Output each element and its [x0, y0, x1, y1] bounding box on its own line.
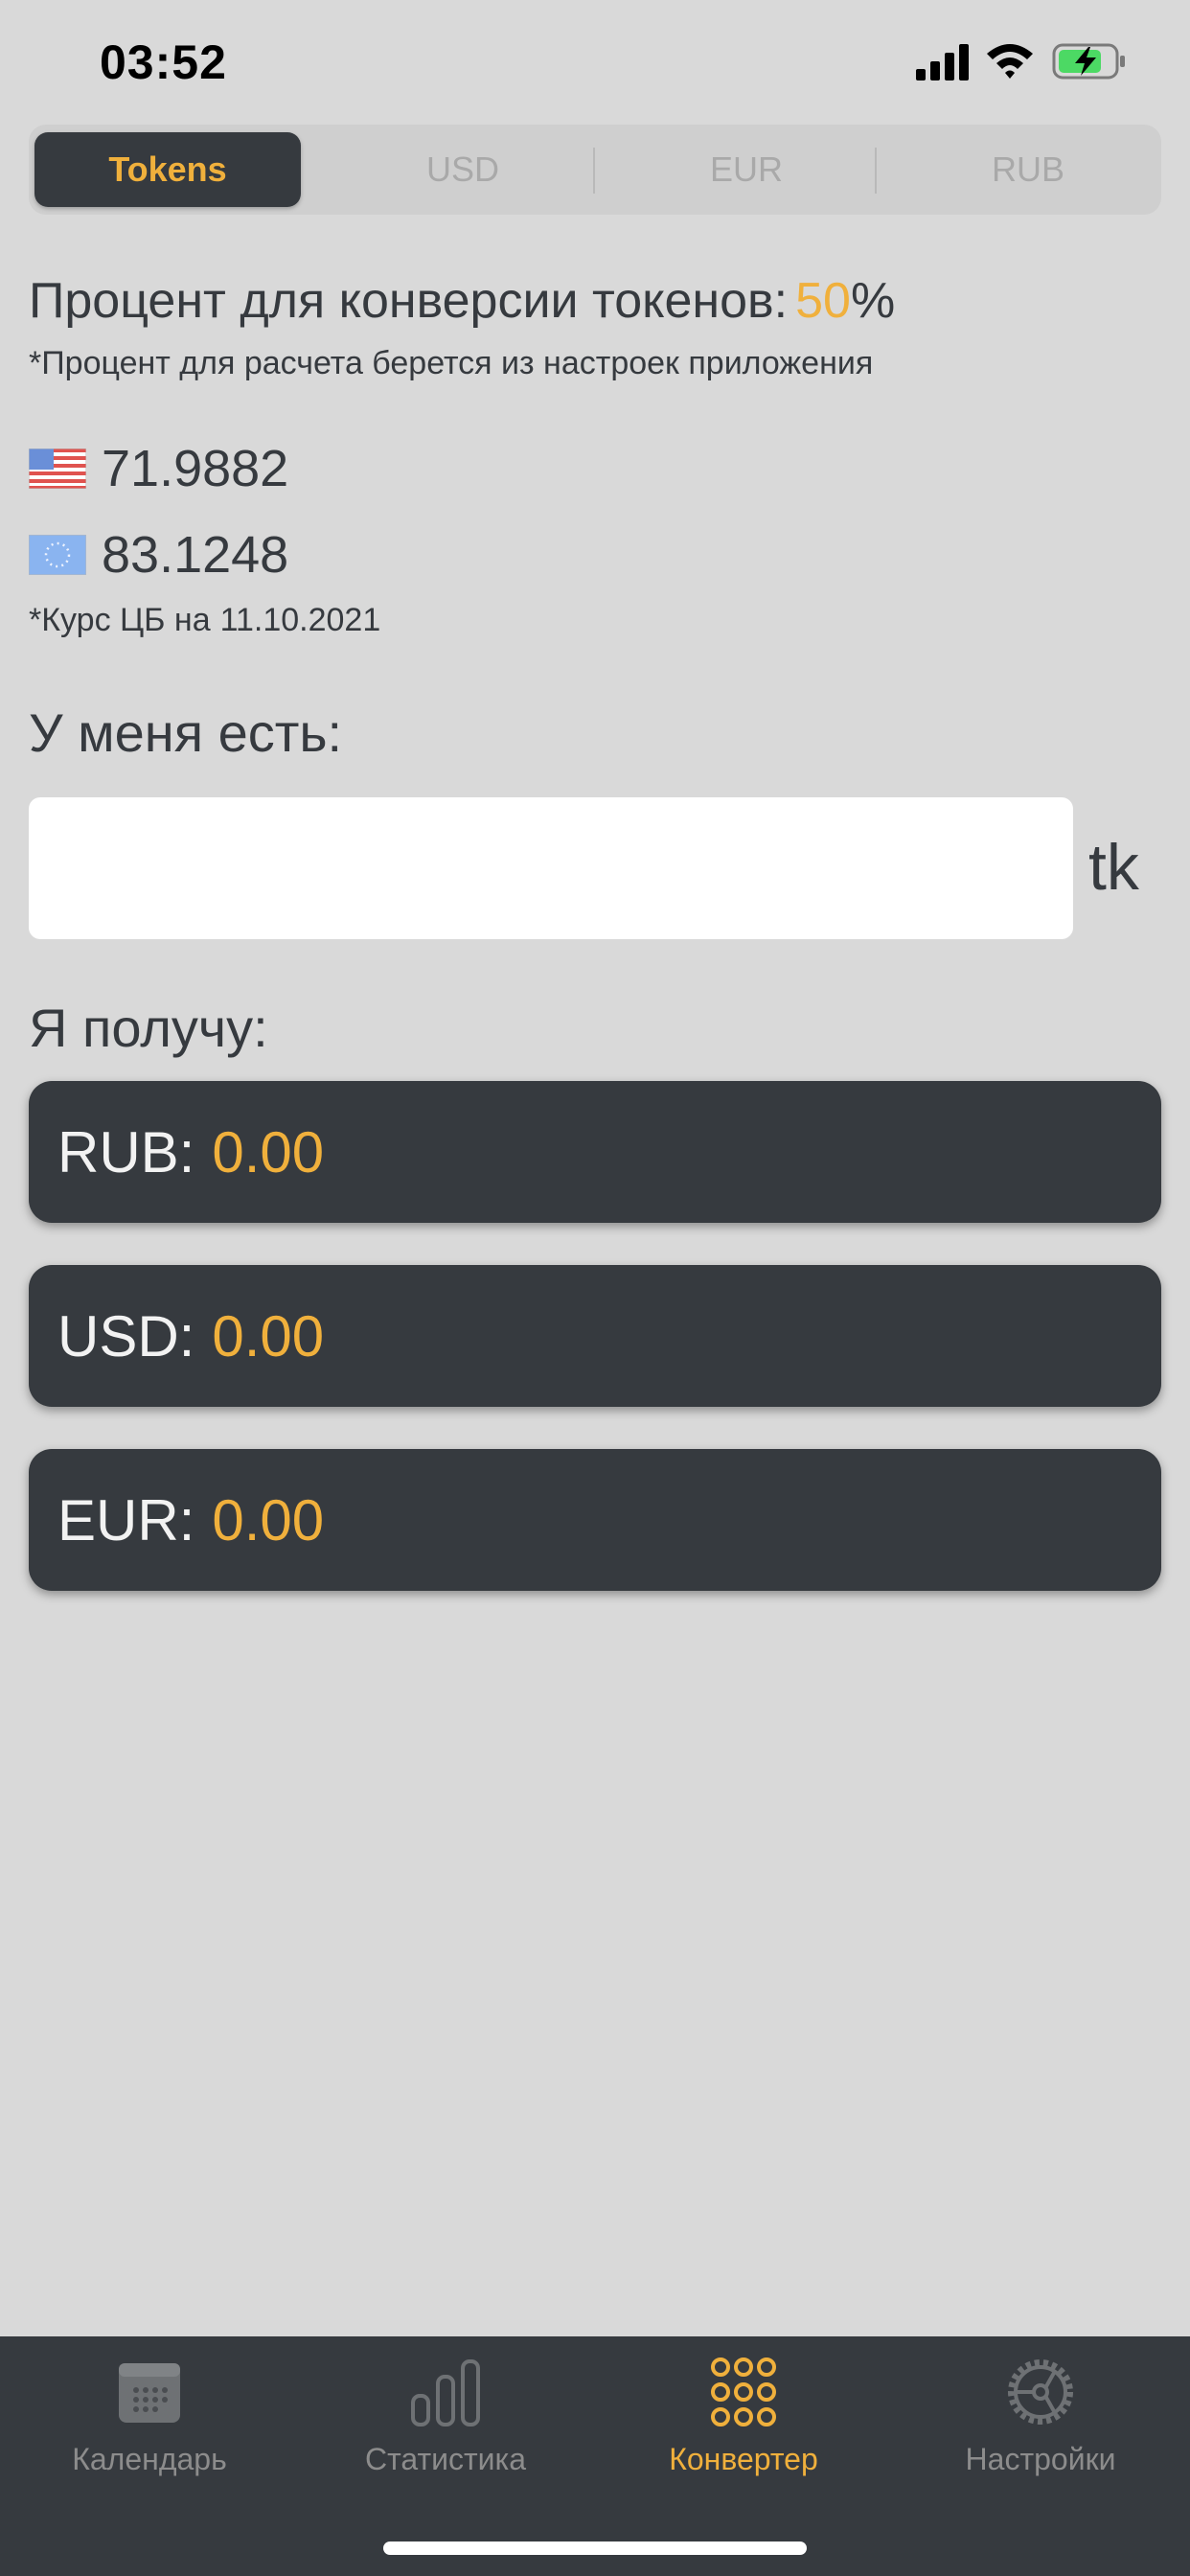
result-currency: USD:	[57, 1303, 195, 1368]
token-amount-input[interactable]	[29, 797, 1073, 939]
conversion-percent: Процент для конверсии токенов: 50%	[29, 272, 895, 330]
result-currency: RUB:	[57, 1119, 195, 1184]
get-label: Я получу:	[29, 998, 268, 1058]
tab-label: Настройки	[965, 2442, 1116, 2476]
result-amount: 0.00	[212, 1487, 325, 1552]
tab-settings[interactable]: Настройки	[916, 2356, 1165, 2499]
wifi-icon	[987, 44, 1033, 79]
result-usd: USD: 0.00	[29, 1265, 1161, 1407]
segment-divider	[875, 148, 877, 194]
segment-tokens[interactable]: Tokens	[34, 132, 301, 207]
cb-rate-note-label: *Курс ЦБ на	[29, 602, 211, 638]
status-bar: 03:52	[0, 0, 1190, 126]
tab-label: Календарь	[72, 2442, 227, 2476]
home-indicator	[383, 2542, 807, 2555]
percent-note: *Процент для расчета берется из настроек…	[29, 345, 874, 381]
result-eur: EUR: 0.00	[29, 1449, 1161, 1591]
grid-dots-icon	[711, 2358, 776, 2426]
tab-label: Конвертер	[669, 2442, 818, 2476]
segment-eur[interactable]: EUR	[613, 132, 880, 207]
tab-converter[interactable]: Конвертер	[619, 2356, 868, 2499]
token-unit-label: tk	[1088, 831, 1139, 904]
us-flag-icon	[29, 448, 86, 489]
conversion-percent-suffix: %	[850, 273, 896, 329]
tab-bar: Календарь Статистика Конвертер Настройки	[0, 2336, 1190, 2576]
usd-rate: 71.9882	[29, 439, 288, 498]
tab-label: Статистика	[364, 2442, 527, 2476]
bar-chart-icon	[411, 2359, 480, 2426]
tab-calendar[interactable]: Календарь	[25, 2356, 274, 2499]
cb-rate-date: 11.10.2021	[219, 602, 381, 638]
segment-rub[interactable]: RUB	[895, 132, 1161, 207]
currency-segmented-control: Tokens USD EUR RUB	[29, 125, 1161, 215]
eur-rate: 83.1248	[29, 525, 288, 585]
battery-charging-icon	[1052, 43, 1125, 80]
cellular-signal-icon	[916, 44, 969, 80]
conversion-percent-value: 50	[795, 273, 851, 329]
status-time: 03:52	[100, 35, 227, 89]
segment-usd[interactable]: USD	[330, 132, 596, 207]
tab-statistics[interactable]: Статистика	[321, 2356, 570, 2499]
calendar-icon	[119, 2363, 180, 2423]
result-rub: RUB: 0.00	[29, 1081, 1161, 1223]
conversion-percent-label: Процент для конверсии токенов:	[29, 273, 789, 329]
result-amount: 0.00	[212, 1119, 325, 1184]
result-amount: 0.00	[212, 1303, 325, 1368]
cb-rate-note: *Курс ЦБ на 11.10.2021	[29, 602, 380, 639]
eu-flag-icon	[29, 535, 86, 575]
result-currency: EUR:	[57, 1487, 195, 1552]
usd-rate-value: 71.9882	[102, 440, 289, 497]
have-label: У меня есть:	[29, 702, 343, 763]
segment-divider	[593, 148, 595, 194]
gear-icon	[1008, 2359, 1073, 2425]
eur-rate-value: 83.1248	[102, 526, 289, 584]
